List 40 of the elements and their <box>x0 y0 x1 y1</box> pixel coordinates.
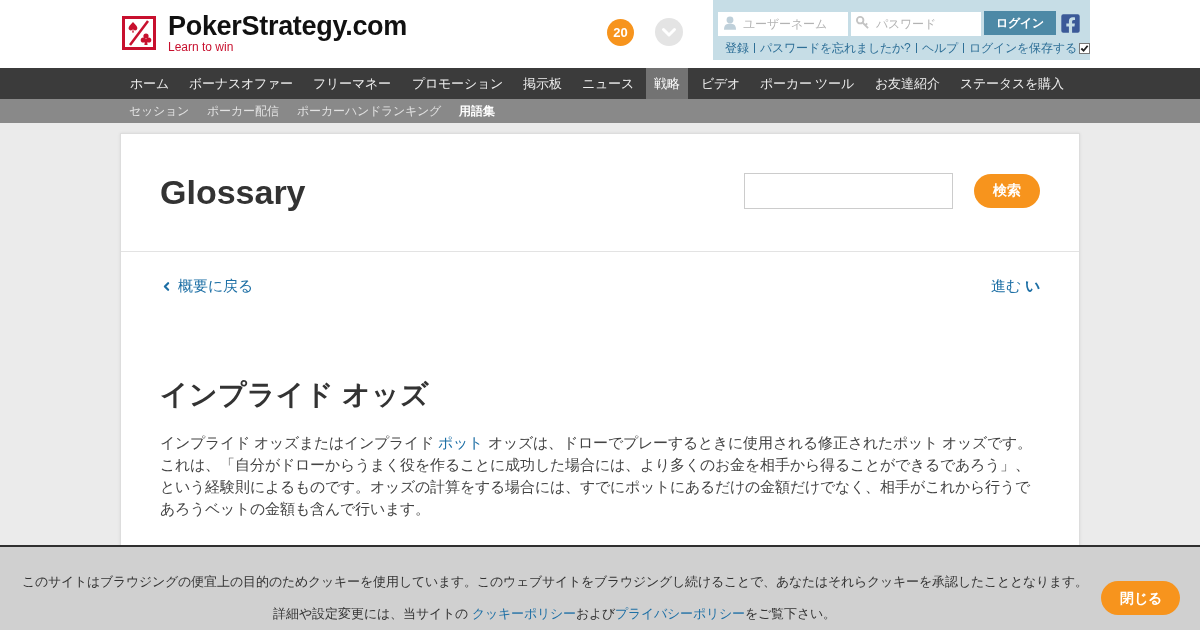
nav-tab[interactable]: ニュース <box>574 68 643 99</box>
subnav-tab[interactable]: セッション <box>120 99 198 123</box>
entry-paragraph: インプライド オッズまたはインプライド ポット オッズは、ドローでプレーするときに使用される修正されたポット オッズです。これは、「自分がドローからうまく役を作ることに成功した場合には、より多くのお金を相手から得ることができるであろう」、という経験則によるものです。オッズの計算をする場合には、すでにポットにあるだけの金額だけでなく、相手がこれから行うであろうベットの金額も含んで行います。 <box>160 432 1033 519</box>
logo-icon <box>122 16 156 50</box>
search-field[interactable] <box>744 172 953 209</box>
page-title: Glossary <box>160 172 306 213</box>
entry-heading: インプライド オッズ <box>160 377 430 412</box>
nav-tab[interactable]: お友達紹介 <box>866 68 948 99</box>
password-field[interactable]: パスワード <box>851 12 981 36</box>
facebook-icon[interactable] <box>1060 12 1081 34</box>
nav-tab[interactable]: フリーマネー <box>305 68 400 99</box>
login-link[interactable]: 登録 <box>725 41 749 55</box>
cookie-notice: このサイトはブラウジングの便宜上の目的のためクッキーを使用しています。このウェブサイトをブラウジングし続けることで、あなたはそれらクッキーを承認したこととなります。詳細や設定変更には、当サイトの クッキーポリシーおよびプライバシーポリシーをご覧下さい。 <box>20 573 1089 623</box>
login-link[interactable]: パスワードを忘れましたか? <box>760 41 911 55</box>
nav-tab[interactable]: 戦略 <box>646 68 689 99</box>
check-icon <box>1079 43 1089 53</box>
person-icon <box>724 16 736 30</box>
nav-tab[interactable]: ホーム <box>122 68 177 99</box>
nav-tab[interactable]: ボーナスオファー <box>181 68 302 99</box>
subnav-tab[interactable]: ポーカーハンドランキング <box>288 99 450 123</box>
username-field[interactable]: ユーザーネーム <box>718 12 848 36</box>
remember-checkbox[interactable] <box>1078 42 1090 54</box>
logo-tagline: Learn to win <box>168 41 234 53</box>
subnav-tab[interactable]: 用語集 <box>450 99 504 123</box>
nav-tab[interactable]: ビデオ <box>692 68 748 99</box>
key-icon <box>856 16 869 29</box>
nav-tab[interactable]: ポーカー ツール <box>751 68 863 99</box>
nav-tab[interactable]: ステータスを購入 <box>951 68 1072 99</box>
login-link[interactable]: ヘルプ <box>921 41 958 55</box>
policy-link[interactable]: クッキーポリシー <box>471 606 576 621</box>
next-link[interactable]: 進む い <box>990 275 1040 298</box>
term-link[interactable]: ポット <box>438 433 484 451</box>
remember-label: ログインを保存する <box>968 41 1077 55</box>
back-link[interactable]: 概要に戻る <box>160 275 253 298</box>
logo-title: PokerStrategy.com <box>168 12 407 41</box>
nav-tab[interactable]: プロモーション <box>403 68 511 99</box>
subnav-tab[interactable]: ポーカー配信 <box>198 99 288 123</box>
nav-tab[interactable]: 掲示板 <box>514 68 570 99</box>
login-button[interactable]: ログイン <box>984 11 1056 35</box>
policy-link[interactable]: プライバシーポリシー <box>614 606 745 621</box>
